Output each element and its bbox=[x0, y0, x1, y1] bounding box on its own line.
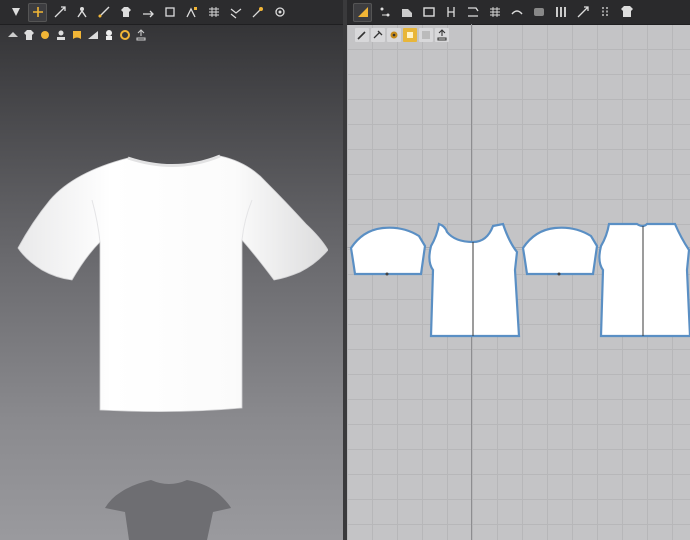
fold-arrange-icon[interactable] bbox=[529, 3, 548, 22]
pattern-piece-sleeve-right[interactable] bbox=[521, 226, 601, 278]
seam-icon[interactable] bbox=[463, 3, 482, 22]
export-pattern-icon[interactable] bbox=[435, 28, 449, 42]
arrangement-icon[interactable] bbox=[138, 3, 157, 22]
tshirt-3d-model[interactable] bbox=[16, 152, 328, 416]
edit-point-icon[interactable] bbox=[375, 3, 394, 22]
select-pattern-icon[interactable] bbox=[353, 2, 372, 22]
transform-icon[interactable] bbox=[28, 2, 47, 22]
2d-toolbar bbox=[347, 0, 690, 25]
strengthen-icon[interactable] bbox=[182, 3, 201, 22]
segment-sew-icon[interactable] bbox=[485, 3, 504, 22]
silhouette-icon[interactable] bbox=[102, 28, 116, 42]
avatar-show-icon[interactable] bbox=[6, 28, 20, 42]
2d-pattern-window[interactable] bbox=[347, 0, 690, 540]
avatar-face-icon[interactable] bbox=[54, 28, 68, 42]
avatar-pose-icon[interactable] bbox=[72, 3, 91, 22]
avatar-floor-shadow bbox=[105, 480, 231, 540]
tack-icon[interactable] bbox=[50, 3, 69, 22]
pleat-icon[interactable] bbox=[551, 3, 570, 22]
internal-line-icon[interactable] bbox=[441, 3, 460, 22]
polygon-icon[interactable] bbox=[419, 3, 438, 22]
3d-viewport[interactable] bbox=[0, 0, 343, 540]
pattern-piece-front[interactable] bbox=[597, 222, 690, 340]
button-icon[interactable] bbox=[595, 3, 614, 22]
select-move-icon[interactable] bbox=[6, 3, 25, 22]
pattern-piece-back[interactable] bbox=[427, 222, 523, 340]
3d-display-toolbar bbox=[6, 28, 148, 42]
free-sew-icon[interactable] bbox=[507, 3, 526, 22]
simulate-icon[interactable] bbox=[204, 3, 223, 22]
garment-show-icon[interactable] bbox=[22, 28, 36, 42]
snapshot-icon[interactable] bbox=[270, 3, 289, 22]
color-icon[interactable] bbox=[118, 28, 132, 42]
3d-toolbar bbox=[0, 0, 343, 25]
clone-icon[interactable] bbox=[371, 28, 385, 42]
topstitch-icon[interactable] bbox=[617, 3, 636, 22]
render-mode-icon[interactable] bbox=[86, 28, 100, 42]
pattern-piece-sleeve-left[interactable] bbox=[349, 226, 429, 278]
2d-display-toolbar bbox=[355, 28, 449, 42]
fabric-grain-icon[interactable] bbox=[387, 28, 401, 42]
skin-offset-icon[interactable] bbox=[160, 3, 179, 22]
fabric-icon[interactable] bbox=[70, 28, 84, 42]
fold-icon[interactable] bbox=[116, 3, 135, 22]
pattern-color-icon[interactable] bbox=[403, 28, 417, 42]
pattern-rect-icon[interactable] bbox=[397, 3, 416, 22]
wrinkle-icon[interactable] bbox=[226, 3, 245, 22]
export-icon[interactable] bbox=[134, 28, 148, 42]
measure-icon[interactable] bbox=[94, 3, 113, 22]
fill-icon[interactable] bbox=[419, 28, 433, 42]
zipper-icon[interactable] bbox=[573, 3, 592, 22]
point-icon[interactable] bbox=[248, 3, 267, 22]
trace-icon[interactable] bbox=[355, 28, 369, 42]
texture-icon[interactable] bbox=[38, 28, 52, 42]
